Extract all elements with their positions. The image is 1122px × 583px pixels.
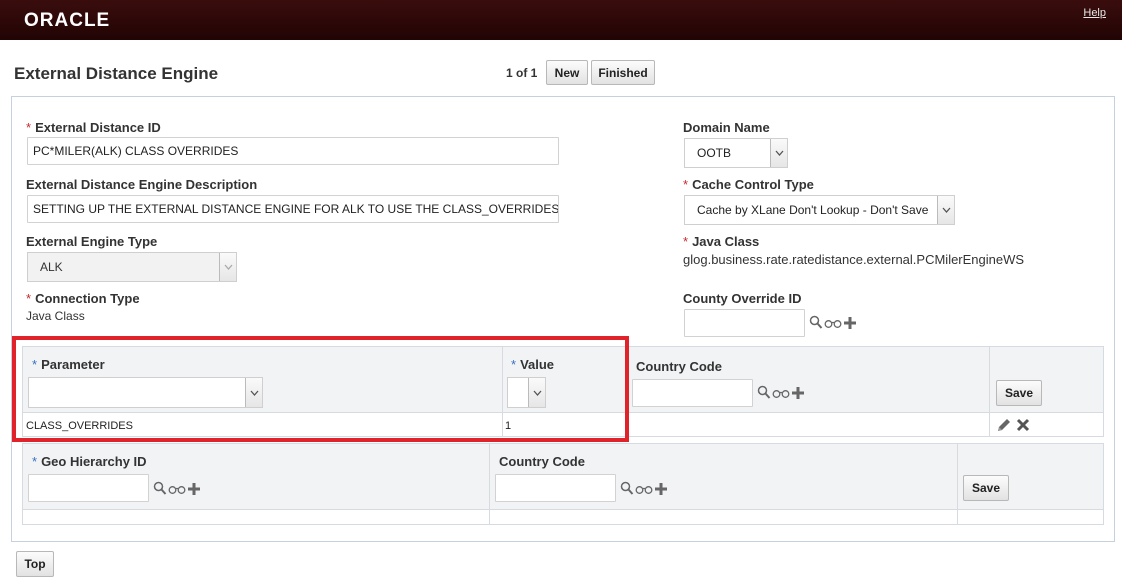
highlight-box	[12, 336, 629, 442]
required-marker: *	[683, 234, 689, 249]
country-code-column-header: Country Code	[636, 359, 722, 374]
geo-country-code-actions	[620, 481, 668, 499]
glasses-icon[interactable]	[824, 317, 842, 332]
geo-save-button[interactable]: Save	[963, 475, 1009, 501]
description-label: External Distance Engine Description	[26, 177, 258, 192]
chevron-down-icon[interactable]	[770, 139, 787, 167]
search-icon[interactable]	[757, 385, 771, 403]
delete-x-icon[interactable]	[1016, 418, 1030, 435]
external-distance-id-label: * External Distance ID	[26, 120, 161, 135]
country-code-actions	[757, 385, 805, 403]
search-icon[interactable]	[153, 481, 167, 499]
java-class-value: glog.business.rate.ratedistance.external…	[683, 252, 1025, 267]
glasses-icon[interactable]	[635, 483, 653, 498]
engine-type-label: External Engine Type	[26, 234, 158, 249]
plus-icon[interactable]	[187, 482, 201, 499]
geo-country-code-column-header: Country Code	[499, 454, 585, 469]
search-icon[interactable]	[620, 481, 634, 499]
geo-hierarchy-input[interactable]	[28, 474, 149, 502]
county-override-actions	[809, 315, 857, 333]
help-link[interactable]: Help	[1083, 7, 1106, 19]
required-marker: *	[32, 454, 38, 469]
plus-icon[interactable]	[843, 316, 857, 333]
top-button[interactable]: Top	[16, 551, 54, 577]
domain-name-select[interactable]: OOTB	[684, 138, 788, 168]
finished-button[interactable]: Finished	[591, 60, 655, 85]
java-class-label: * Java Class	[683, 234, 760, 249]
domain-name-value: OOTB	[697, 146, 732, 160]
geo-hierarchy-actions	[153, 481, 201, 499]
cache-control-value: Cache by XLane Don't Lookup - Don't Save	[697, 203, 929, 217]
edit-pencil-icon[interactable]	[996, 417, 1012, 436]
required-marker: *	[26, 291, 32, 306]
county-override-label: County Override ID	[683, 291, 802, 306]
new-button[interactable]: New	[546, 60, 588, 85]
row-actions	[996, 417, 1030, 436]
column-divider	[957, 444, 958, 524]
connection-type-value: Java Class	[26, 309, 85, 323]
chevron-down-icon[interactable]	[937, 196, 954, 224]
county-override-input[interactable]	[684, 309, 805, 337]
cache-control-select[interactable]: Cache by XLane Don't Lookup - Don't Save	[684, 195, 955, 225]
column-divider	[489, 444, 490, 524]
column-divider	[989, 347, 990, 436]
chevron-down-icon	[219, 253, 236, 281]
plus-icon[interactable]	[654, 482, 668, 499]
required-marker: *	[683, 177, 689, 192]
cache-control-label: * Cache Control Type	[683, 177, 814, 192]
search-icon[interactable]	[809, 315, 823, 333]
oracle-logo: ORACLE	[24, 10, 111, 31]
pager-text: 1 of 1	[506, 66, 538, 80]
parameter-save-button[interactable]: Save	[996, 380, 1042, 406]
description-input[interactable]: SETTING UP THE EXTERNAL DISTANCE ENGINE …	[27, 195, 559, 223]
engine-type-select: ALK	[27, 252, 237, 282]
domain-name-label: Domain Name	[683, 120, 770, 135]
page-title: External Distance Engine	[14, 64, 219, 83]
required-marker: *	[26, 120, 32, 135]
connection-type-label: * Connection Type	[26, 291, 140, 306]
plus-icon[interactable]	[791, 386, 805, 403]
geo-hierarchy-column-header: * Geo Hierarchy ID	[32, 454, 147, 469]
external-distance-id-input[interactable]: PC*MILER(ALK) CLASS OVERRIDES	[27, 137, 559, 165]
top-banner: ORACLE Help	[0, 0, 1122, 40]
country-code-input[interactable]	[632, 379, 753, 407]
glasses-icon[interactable]	[168, 483, 186, 498]
engine-type-value: ALK	[40, 260, 63, 274]
geo-country-code-input[interactable]	[495, 474, 616, 502]
glasses-icon[interactable]	[772, 387, 790, 402]
